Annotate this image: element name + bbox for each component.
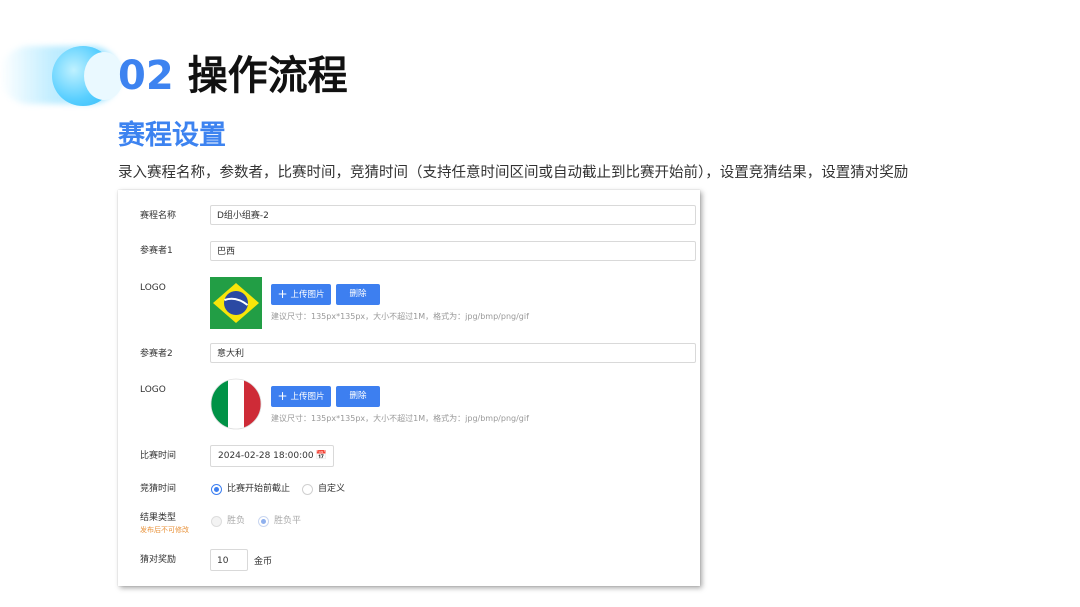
result-type-label: 结果类型: [140, 513, 177, 523]
section-description: 录入赛程名称，参数者，比赛时间，竞猜时间（支持任意时间区间或自动截止到比赛开始前…: [118, 165, 909, 181]
delete-image-button-1[interactable]: 删除: [336, 284, 380, 305]
reward-unit: 金币: [254, 557, 273, 567]
plus-icon: +: [277, 389, 288, 403]
page-heading: 02 操作流程: [118, 50, 348, 102]
reward-input[interactable]: 10: [210, 549, 248, 571]
page-title: 操作流程: [187, 53, 348, 99]
match-settings-form: 赛程名称 D组小组赛-2 参赛者1 巴西 LOGO + 上传图片 删除 建议尺寸：…: [118, 190, 700, 586]
radio-win-lose-draw: [258, 516, 269, 527]
plus-icon: +: [277, 287, 288, 301]
upload-hint-2: 建议尺寸：135px*135px，大小不超过1M，格式为：jpg/bmp/png…: [271, 414, 529, 423]
upload-hint-1: 建议尺寸：135px*135px，大小不超过1M，格式为：jpg/bmp/png…: [271, 312, 529, 321]
match-name-input[interactable]: D组小组赛-2: [210, 205, 696, 225]
upload-image-button-2[interactable]: + 上传图片: [271, 386, 331, 407]
radio-custom[interactable]: [302, 484, 313, 495]
upload-image-button-1[interactable]: + 上传图片: [271, 284, 331, 305]
radio-custom-label: 自定义: [318, 484, 346, 494]
participant2-input[interactable]: 意大利: [210, 343, 696, 363]
brazil-flag-icon: [210, 277, 262, 329]
calendar-icon: 📅: [315, 451, 327, 461]
radio-before-match[interactable]: [211, 484, 222, 495]
radio-win-lose-label: 胜负: [227, 516, 246, 526]
reward-label: 猜对奖励: [140, 555, 177, 565]
participant1-label: 参赛者1: [140, 246, 173, 256]
match-time-picker[interactable]: 2024-02-28 18:00:00 📅: [210, 445, 334, 467]
participant2-label: 参赛者2: [140, 349, 173, 359]
section-title: 赛程设置: [118, 120, 226, 151]
radio-win-lose: [211, 516, 222, 527]
delete-image-button-2[interactable]: 删除: [336, 386, 380, 407]
participant2-logo-label: LOGO: [140, 385, 166, 395]
result-type-note: 发布后不可修改: [140, 526, 189, 534]
radio-win-lose-draw-label: 胜负平: [274, 516, 302, 526]
match-time-label: 比赛时间: [140, 451, 177, 461]
participant1-input[interactable]: 巴西: [210, 241, 696, 261]
guess-time-label: 竞猜时间: [140, 484, 177, 494]
italy-flag-icon: [210, 378, 262, 430]
radio-before-match-label: 比赛开始前截止: [227, 484, 291, 494]
section-number: 02: [118, 53, 174, 99]
match-name-label: 赛程名称: [140, 211, 177, 221]
participant1-logo-label: LOGO: [140, 283, 166, 293]
